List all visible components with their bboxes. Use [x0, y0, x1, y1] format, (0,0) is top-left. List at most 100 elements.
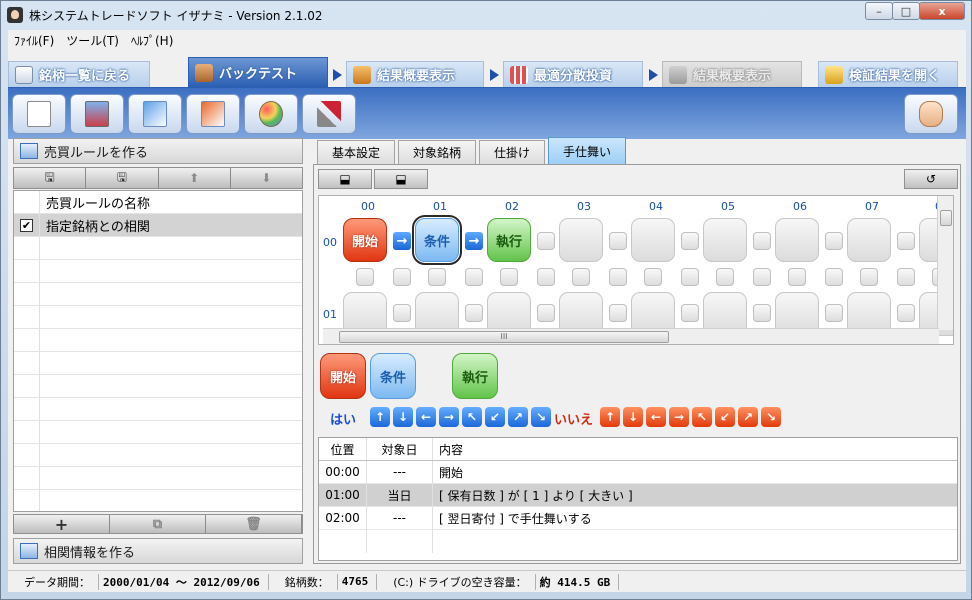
connector-slot[interactable] — [537, 304, 555, 322]
yes-up-right-arrow[interactable]: ↗ — [508, 407, 528, 427]
move-down-button[interactable]: ⬇ — [231, 168, 302, 188]
table-row[interactable]: 02:00 --- [ 翌日寄付 ] で手仕舞いする — [319, 507, 957, 530]
export-button[interactable] — [128, 94, 182, 134]
connector-slot[interactable] — [825, 268, 843, 286]
grid-cell[interactable] — [631, 218, 675, 262]
no-up-left-arrow[interactable]: ↖ — [692, 407, 712, 427]
yes-down-right-arrow[interactable]: ↘ — [531, 407, 551, 427]
no-up-right-arrow[interactable]: ↗ — [738, 407, 758, 427]
new-button[interactable] — [12, 94, 66, 134]
connector-slot[interactable] — [897, 268, 915, 286]
connector-slot[interactable] — [825, 232, 843, 250]
connector-slot[interactable] — [753, 232, 771, 250]
grid-cell[interactable] — [559, 218, 603, 262]
vertical-scroll-thumb[interactable] — [940, 210, 952, 226]
delete-rule-button[interactable]: 🗑 — [206, 515, 302, 533]
move-up-button[interactable]: ⬆ — [159, 168, 231, 188]
connector-slot[interactable] — [716, 268, 734, 286]
tab-stock-list[interactable]: 銘柄一覧に戻る — [8, 61, 150, 87]
table-row[interactable]: 00:00 --- 開始 — [319, 461, 957, 484]
hand-button[interactable] — [904, 94, 958, 134]
connector-slot[interactable] — [428, 268, 446, 286]
yes-down-arrow[interactable]: ↓ — [393, 407, 413, 427]
import-button[interactable] — [186, 94, 240, 134]
connector-slot[interactable] — [609, 268, 627, 286]
yes-up-left-arrow[interactable]: ↖ — [462, 407, 482, 427]
connector-slot[interactable] — [465, 268, 483, 286]
connector-slot[interactable] — [609, 232, 627, 250]
minimize-button[interactable]: – — [865, 2, 893, 20]
menu-help[interactable]: ﾍﾙﾌﾟ(H) — [125, 32, 179, 49]
arrow-right-icon[interactable]: → — [393, 232, 411, 250]
connector-slot[interactable] — [681, 232, 699, 250]
save-template-button[interactable]: ⬓ — [374, 169, 428, 189]
tab-optimal-diversified[interactable]: 最適分散投資 — [503, 61, 643, 87]
no-up-arrow[interactable]: ↑ — [600, 407, 620, 427]
close-button[interactable]: x — [919, 2, 965, 20]
tools-button[interactable] — [302, 94, 356, 134]
yes-down-left-arrow[interactable]: ↙ — [485, 407, 505, 427]
tab-target-stocks[interactable]: 対象銘柄 — [398, 140, 477, 164]
yes-left-arrow[interactable]: ← — [416, 407, 436, 427]
connector-slot[interactable] — [753, 304, 771, 322]
tab-open-results[interactable]: 検証結果を開く — [818, 61, 958, 87]
flow-start-block[interactable]: 開始 — [343, 218, 387, 262]
tab-exit[interactable]: 手仕舞い — [548, 137, 627, 164]
connector-slot[interactable] — [681, 268, 699, 286]
undo-button[interactable]: ↺ — [904, 169, 958, 189]
grid-cell[interactable] — [847, 218, 891, 262]
connector-slot[interactable] — [788, 268, 806, 286]
connector-slot[interactable] — [393, 268, 411, 286]
palette-condition-block[interactable]: 条件 — [370, 353, 416, 399]
connector-slot[interactable] — [897, 232, 915, 250]
connector-slot[interactable] — [465, 304, 483, 322]
horizontal-scroll-thumb[interactable]: III — [339, 331, 669, 343]
save-button[interactable]: 🖫 — [14, 168, 87, 188]
connector-slot[interactable] — [860, 268, 878, 286]
flow-condition-block[interactable]: 条件 — [412, 215, 462, 265]
create-correlation-header[interactable]: 相関情報を作る — [13, 538, 303, 564]
arrow-right-icon[interactable]: → — [465, 232, 483, 250]
no-down-arrow[interactable]: ↓ — [623, 407, 643, 427]
palette-start-block[interactable]: 開始 — [320, 353, 366, 399]
add-rule-button[interactable]: + — [14, 515, 110, 534]
connector-slot[interactable] — [356, 268, 374, 286]
rule-enabled-checkbox[interactable]: ✔ — [20, 218, 33, 232]
create-rule-header[interactable]: 売買ルールを作る — [13, 138, 303, 164]
connector-slot[interactable] — [537, 232, 555, 250]
connector-slot[interactable] — [500, 268, 518, 286]
rule-row[interactable]: ✔ 指定銘柄との相関 — [14, 214, 302, 237]
tab-basic-settings[interactable]: 基本設定 — [317, 140, 396, 164]
tab-backtest[interactable]: バックテスト — [188, 57, 328, 87]
horizontal-scrollbar[interactable]: III — [323, 328, 939, 344]
color-settings-button[interactable] — [244, 94, 298, 134]
connector-slot[interactable] — [393, 304, 411, 322]
connector-slot[interactable] — [644, 268, 662, 286]
connector-slot[interactable] — [825, 304, 843, 322]
maximize-button[interactable]: □ — [892, 2, 920, 20]
copy-rule-button[interactable]: ⧉ — [110, 515, 206, 533]
connector-slot[interactable] — [753, 268, 771, 286]
no-down-left-arrow[interactable]: ↙ — [715, 407, 735, 427]
connector-slot[interactable] — [609, 304, 627, 322]
load-button[interactable]: ⬓ — [318, 169, 372, 189]
table-row[interactable]: 01:00 当日 [ 保有日数 ] が [ 1 ] より [ 大きい ] — [319, 484, 957, 507]
palette-execute-block[interactable]: 執行 — [452, 353, 498, 399]
yes-right-arrow[interactable]: → — [439, 407, 459, 427]
tab-result-summary[interactable]: 結果概要表示 — [346, 61, 484, 87]
connector-slot[interactable] — [537, 268, 555, 286]
connector-slot[interactable] — [681, 304, 699, 322]
grid-cell[interactable] — [775, 218, 819, 262]
tab-entry[interactable]: 仕掛け — [479, 140, 546, 164]
flow-execute-block[interactable]: 執行 — [487, 218, 531, 262]
connector-slot[interactable] — [572, 268, 590, 286]
yes-up-arrow[interactable]: ↑ — [370, 407, 390, 427]
no-right-arrow[interactable]: → — [669, 407, 689, 427]
connector-slot[interactable] — [897, 304, 915, 322]
no-down-right-arrow[interactable]: ↘ — [761, 407, 781, 427]
save-as-button[interactable]: 🖫 — [86, 168, 159, 188]
grid-cell[interactable] — [703, 218, 747, 262]
vertical-scrollbar[interactable] — [937, 196, 953, 330]
flow-grid[interactable]: 00 01 02 03 04 05 06 07 0 00 01 開始 → 条件 … — [318, 195, 954, 345]
settings-button[interactable] — [70, 94, 124, 134]
